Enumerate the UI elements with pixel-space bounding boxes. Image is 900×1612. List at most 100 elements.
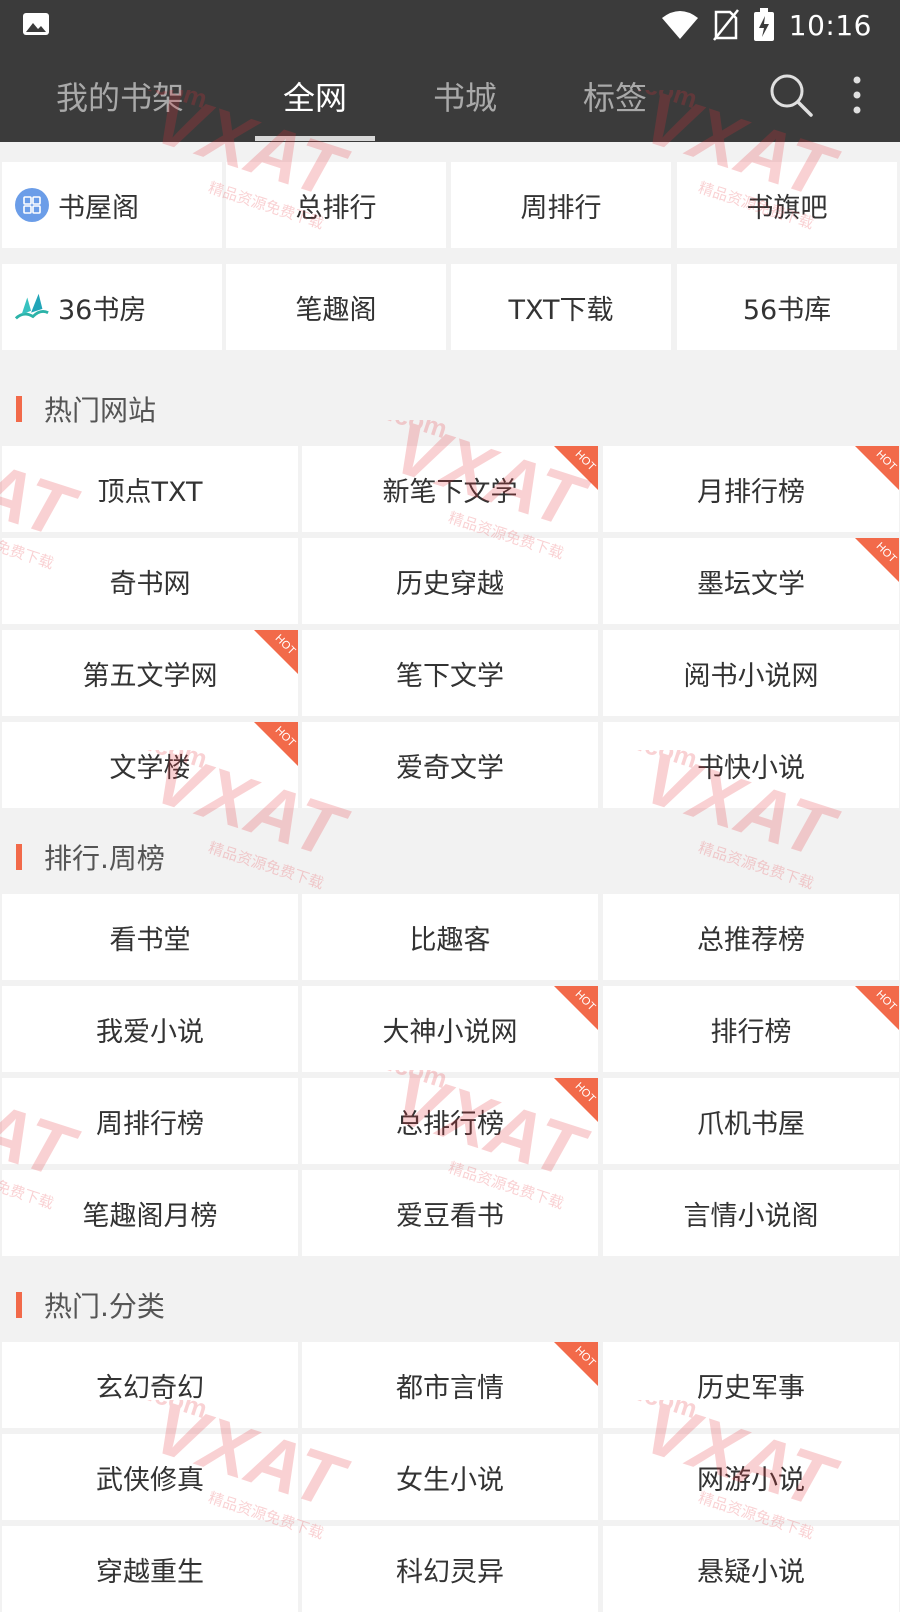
site-link[interactable]: 都市言情 HOT [302,1342,598,1428]
site-link[interactable]: 爪机书屋 [603,1078,899,1164]
site-link[interactable]: 爱奇文学 [302,722,598,808]
site-link-label: 第五文学网 [82,660,218,692]
site-link[interactable]: 第五文学网 HOT [2,630,298,716]
site-link[interactable]: 玄幻奇幻 [2,1342,298,1428]
site-link-label: 阅书小说网 [683,660,819,692]
quick-link-36shufang[interactable]: 36书房 [2,264,222,350]
site-link-label: 书快小说 [697,752,805,784]
hot-badge: HOT [554,1078,598,1122]
site-link-label: 言情小说阁 [683,1200,819,1232]
site-link-label: 网游小说 [697,1464,805,1496]
image-notification-icon [23,13,49,35]
site-link[interactable]: 爱豆看书 [302,1170,598,1256]
section-title-text: 热门网站 [44,394,157,427]
quick-link-biquge[interactable]: 笔趣阁 [226,264,446,350]
hot-badge: HOT [554,986,598,1030]
site-link[interactable]: 比趣客 [302,894,598,980]
site-link[interactable]: 笔下文学 [302,630,598,716]
site-link-label: 看书堂 [109,924,191,956]
quick-link-shuqiba[interactable]: 书旗吧 [677,162,897,248]
hot-badge: HOT [254,630,298,674]
site-link[interactable]: 历史穿越 [302,538,598,624]
site-link-label: 我爱小说 [96,1016,204,1048]
site-link[interactable]: 武侠修真 [2,1434,298,1520]
site-link-label: 总推荐榜 [697,924,805,956]
quick-link-label: 周排行 [520,192,602,224]
status-time: 10:16 [788,8,872,42]
site-link-label: 墨坛文学 [697,568,805,600]
quick-link-week-rank[interactable]: 周排行 [451,162,671,248]
site-link-label: 都市言情 [396,1372,504,1404]
site-link-label: 玄幻奇幻 [96,1372,204,1404]
site-link-label: 科幻灵异 [396,1556,504,1588]
site-link-label: 历史军事 [697,1372,805,1404]
hot-badge: HOT [855,986,899,1030]
section-title: 热门网站 [0,364,900,454]
site-link[interactable]: 看书堂 [2,894,298,980]
site-link-label: 悬疑小说 [697,1556,805,1588]
tab-all-web[interactable]: 全网 [245,50,385,142]
tab-bookstore[interactable]: 书城 [395,50,535,142]
quick-link-label: 笔趣阁 [295,294,377,326]
site-link[interactable]: 历史军事 [603,1342,899,1428]
tab-bookshelf[interactable]: 我的书架 [40,50,200,142]
site-link[interactable]: 排行榜 HOT [603,986,899,1072]
site-link[interactable]: 月排行榜 HOT [603,446,899,532]
site-link-label: 女生小说 [396,1464,504,1496]
quick-link-txt-download[interactable]: TXT下载 [451,264,671,350]
site-link-label: 比趣客 [409,924,491,956]
site-link[interactable]: 穿越重生 [2,1526,298,1612]
site-link[interactable]: 周排行榜 [2,1078,298,1164]
site-link-label: 新笔下文学 [382,476,518,508]
site-link-label: 笔趣阁月榜 [82,1200,218,1232]
site-link[interactable]: 悬疑小说 [603,1526,899,1612]
site-link[interactable]: 阅书小说网 [603,630,899,716]
site-link-label: 爪机书屋 [697,1108,805,1140]
section-title-text: 排行.周榜 [44,842,165,875]
site-link-label: 周排行榜 [96,1108,204,1140]
status-bar: 10:16 [0,0,900,50]
search-icon[interactable] [768,72,814,118]
quick-link-label: TXT下载 [508,294,614,326]
site-link[interactable]: 总排行榜 HOT [302,1078,598,1164]
site-link[interactable]: 新笔下文学 HOT [302,446,598,532]
site-link[interactable]: 大神小说网 HOT [302,986,598,1072]
site-link[interactable]: 女生小说 [302,1434,598,1520]
site-link[interactable]: 文学楼 HOT [2,722,298,808]
hot-badge: HOT [855,538,899,582]
grid-icon [14,187,50,223]
quick-link-label: 书旗吧 [746,192,828,224]
book-logo-icon [14,289,50,325]
site-link[interactable]: 墨坛文学 HOT [603,538,899,624]
site-link-label: 穿越重生 [96,1556,204,1588]
section-title-text: 热门.分类 [44,1290,165,1323]
hot-badge: HOT [554,1342,598,1386]
site-link[interactable]: 顶点TXT [2,446,298,532]
site-link[interactable]: 书快小说 [603,722,899,808]
site-link[interactable]: 奇书网 [2,538,298,624]
hot-badge: HOT [254,722,298,766]
site-link[interactable]: 言情小说阁 [603,1170,899,1256]
quick-link-56shuku[interactable]: 56书库 [677,264,897,350]
section-accent-bar [16,396,22,422]
quick-link-total-rank[interactable]: 总排行 [226,162,446,248]
tab-tags[interactable]: 标签 [545,50,685,142]
site-link-label: 笔下文学 [396,660,504,692]
site-link-label: 总排行榜 [396,1108,504,1140]
site-link-label: 大神小说网 [382,1016,518,1048]
quick-link-shuwuge[interactable]: 书屋阁 [2,162,222,248]
site-link-label: 月排行榜 [697,476,805,508]
site-link-label: 奇书网 [109,568,191,600]
site-link-label: 排行榜 [710,1016,792,1048]
quick-link-label: 36书房 [58,294,147,326]
section-title: 排行.周榜 [0,812,900,902]
site-link[interactable]: 我爱小说 [2,986,298,1072]
site-link[interactable]: 科幻灵异 [302,1526,598,1612]
hot-badge: HOT [554,446,598,490]
site-link[interactable]: 网游小说 [603,1434,899,1520]
more-options-icon[interactable] [845,72,869,118]
site-link[interactable]: 总推荐榜 [603,894,899,980]
site-link[interactable]: 笔趣阁月榜 [2,1170,298,1256]
site-link-label: 爱奇文学 [396,752,504,784]
site-link-label: 历史穿越 [396,568,504,600]
